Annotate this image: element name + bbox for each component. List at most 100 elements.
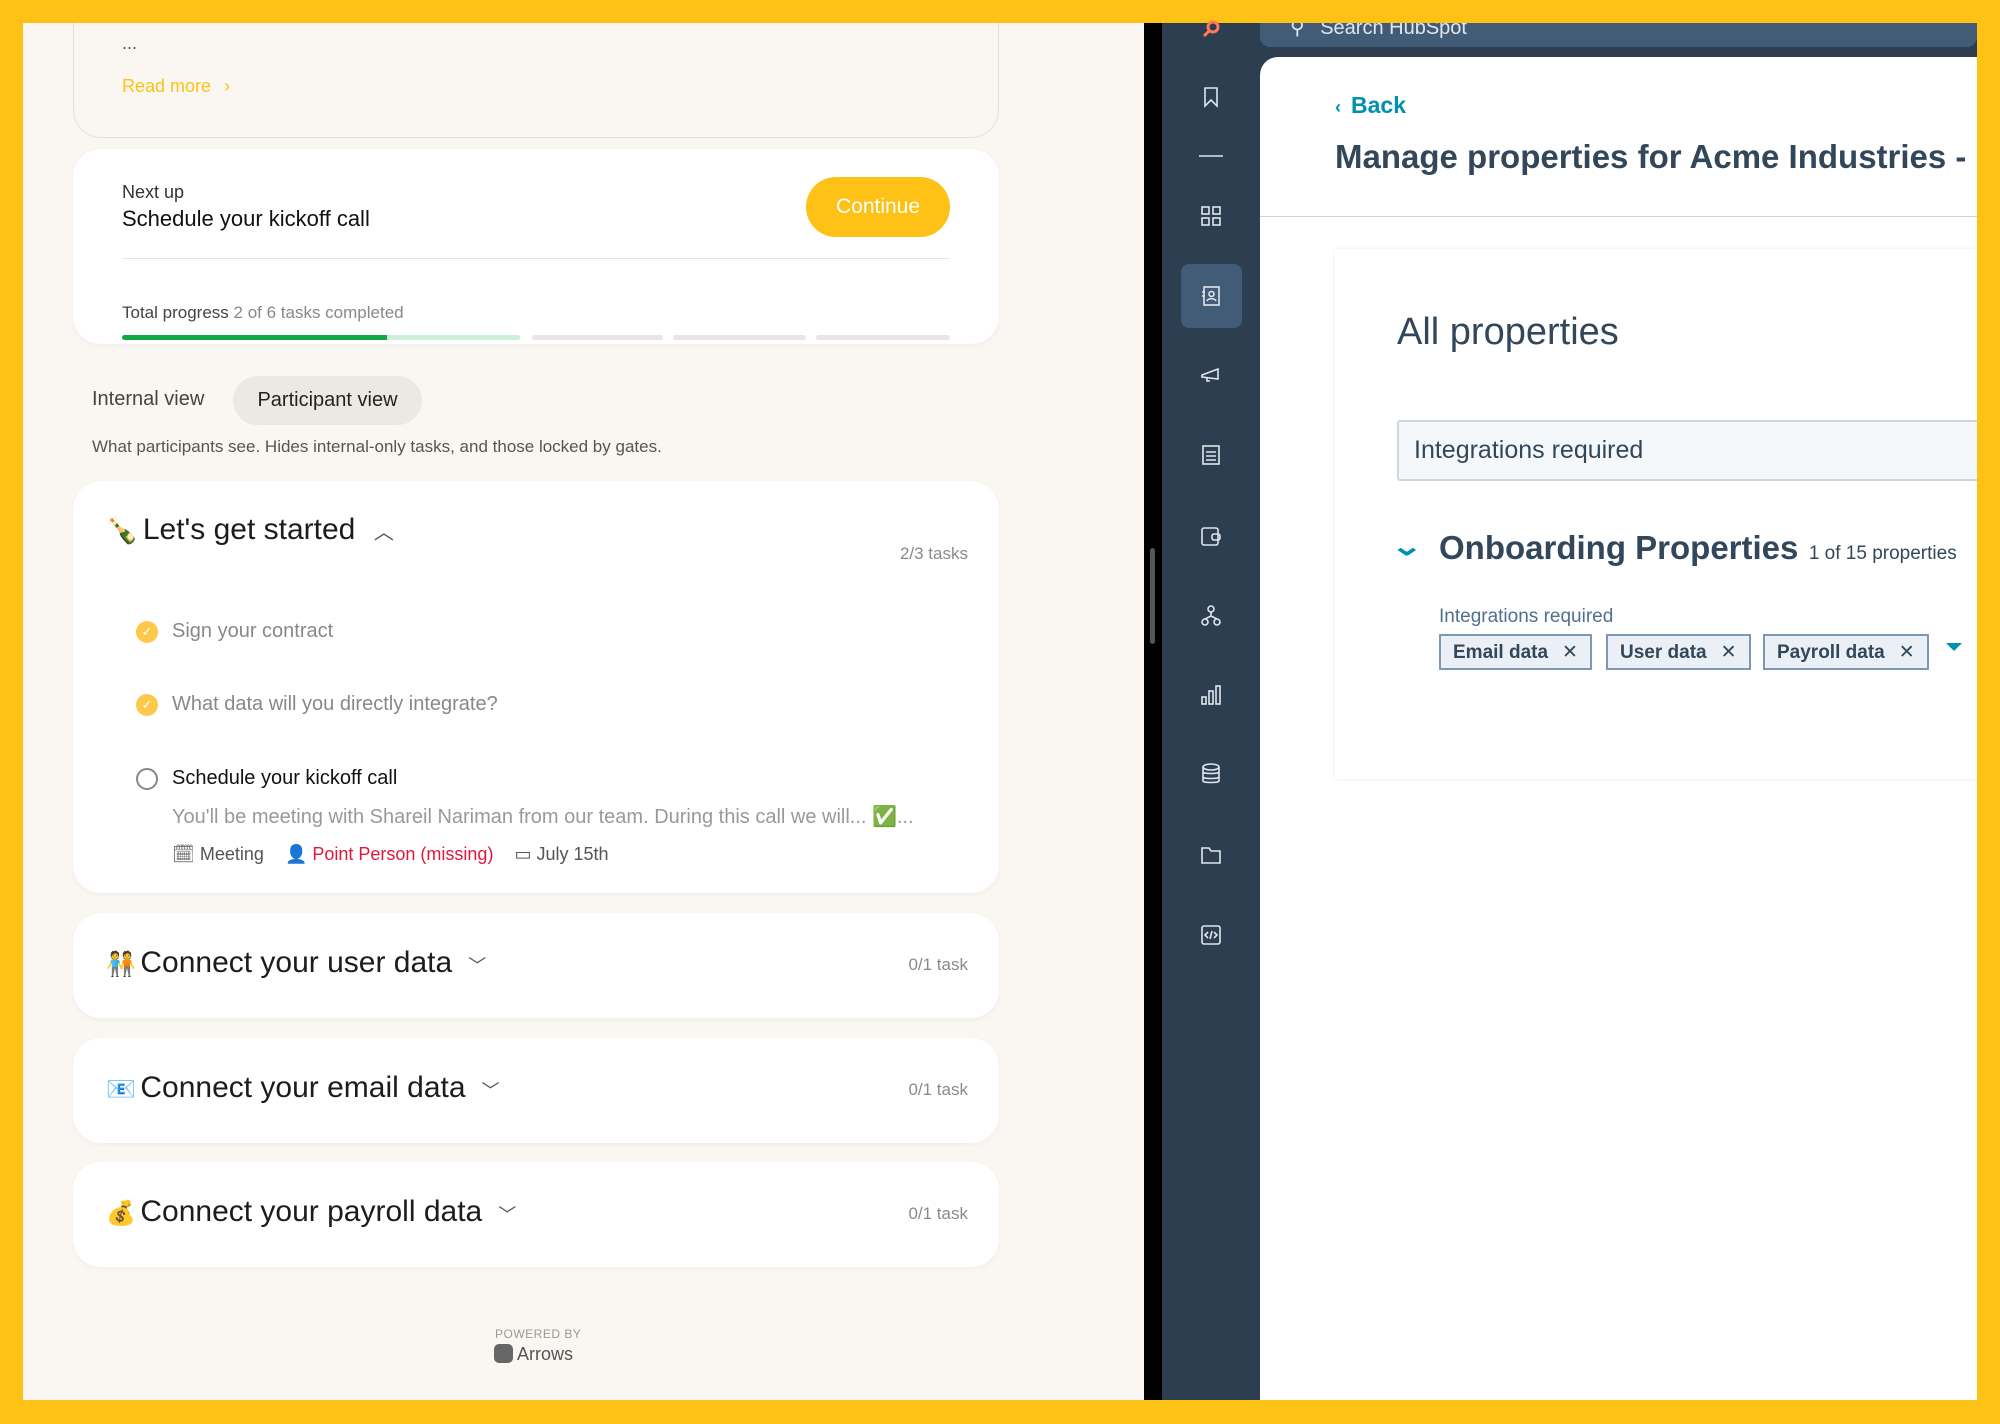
task-type: Meeting [199, 844, 264, 864]
section-header[interactable]: 📧 Connect your email data ﹀ [106, 1071, 500, 1105]
continue-button[interactable]: Continue [806, 177, 950, 237]
folder-icon[interactable] [1199, 843, 1223, 867]
content-panel: ‹ Back Manage properties for Acme Industr… [1260, 57, 1977, 1400]
split-divider[interactable] [1144, 23, 1162, 1400]
group-header[interactable]: Onboarding Properties 1 of 15 properties [1439, 529, 1957, 567]
tag-label: User data [1620, 642, 1707, 663]
tag-payroll-data[interactable]: Payroll data ✕ [1763, 634, 1929, 670]
content-icon[interactable] [1199, 443, 1223, 467]
hubspot-sidebar [1162, 20, 1260, 1400]
section-title: Connect your user data [140, 946, 453, 979]
tag-email-data[interactable]: Email data ✕ [1439, 634, 1592, 670]
meeting-icon: 🗓 [172, 844, 195, 864]
scrollbar[interactable] [1150, 548, 1155, 644]
close-icon[interactable]: ✕ [1721, 642, 1737, 663]
section-emoji: 🍾 [106, 515, 139, 545]
check-circle-icon[interactable]: ✓ [136, 694, 158, 716]
tab-participant-view[interactable]: Participant view [233, 376, 422, 425]
chevron-down-icon: ﹀ [481, 1081, 500, 1101]
progress-segment-4 [816, 335, 950, 340]
chevron-left-icon: ‹ [1335, 97, 1341, 117]
chevron-down-icon: ﹀ [468, 956, 487, 976]
task-title[interactable]: What data will you directly integrate? [172, 693, 498, 716]
tag-user-data[interactable]: User data ✕ [1606, 634, 1751, 670]
property-search-input[interactable]: Integrations required [1397, 420, 1977, 481]
chevron-up-icon: ︿ [373, 522, 394, 544]
filter-value: Integrations required [1414, 436, 1644, 464]
hubspot-logo-icon[interactable] [1199, 15, 1223, 39]
tab-internal-view[interactable]: Internal view [92, 388, 204, 411]
back-label: Back [1351, 92, 1406, 118]
task-description: You'll be meeting with Shareil Nariman f… [172, 806, 914, 828]
property-label: Integrations required [1439, 606, 1614, 627]
brand-name: Arrows [517, 1344, 574, 1364]
person-icon: 👤 [284, 844, 308, 864]
database-icon[interactable] [1199, 762, 1223, 786]
section-emoji: 💰 [106, 1200, 136, 1227]
chevron-right-icon: › [224, 76, 231, 96]
task-date: July 15th [536, 844, 609, 864]
section-header[interactable]: 🧑‍🤝‍🧑 Connect your user data ﹀ [106, 946, 486, 980]
section-emoji: 🧑‍🤝‍🧑 [106, 951, 136, 978]
section-lets-get-started: 🍾 Let's get started ︿ 2/3 tasks ✓ Sign y… [73, 481, 999, 893]
bar-chart-icon[interactable] [1199, 683, 1223, 707]
next-up-label: Next up [122, 182, 185, 202]
section-connect-email-data[interactable]: 📧 Connect your email data ﹀ 0/1 task [73, 1038, 999, 1143]
view-description: What participants see. Hides internal-on… [92, 437, 662, 456]
divider [122, 258, 950, 259]
arrows-brand-link[interactable]: Arrows [494, 1344, 573, 1365]
progress-segment-1 [122, 335, 520, 340]
header-divider [1260, 216, 1977, 217]
megaphone-icon[interactable] [1199, 363, 1223, 387]
page-title: Manage properties for Acme Industries - [1335, 138, 1967, 175]
task-title[interactable]: Schedule your kickoff call [172, 767, 397, 790]
search-icon: ⚲ [1290, 23, 1305, 39]
progress-count: 2 of 6 tasks completed [233, 303, 404, 322]
progress-segment-2 [532, 335, 663, 340]
section-count: 0/1 task [908, 1080, 968, 1099]
progress-segment-3 [673, 335, 806, 340]
section-count: 0/1 task [908, 955, 968, 974]
section-header[interactable]: 🍾 Let's get started ︿ [106, 513, 394, 547]
section-title: Let's get started [142, 513, 356, 546]
task-title[interactable]: Sign your contract [172, 620, 333, 643]
section-connect-user-data[interactable]: 🧑‍🤝‍🧑 Connect your user data ﹀ 0/1 task [73, 913, 999, 1018]
group-title: Onboarding Properties [1439, 529, 1799, 566]
close-icon[interactable]: ✕ [1899, 642, 1915, 663]
apps-grid-icon[interactable] [1199, 204, 1223, 228]
close-icon[interactable]: ✕ [1562, 642, 1578, 663]
read-more-link[interactable]: Read more › [122, 76, 230, 97]
section-title: Connect your payroll data [140, 1195, 483, 1228]
back-link[interactable]: ‹ Back [1335, 92, 1406, 119]
onboarding-panel: ... Read more › Next up Schedule your ki… [23, 23, 1144, 1400]
bookmark-icon[interactable] [1199, 85, 1223, 109]
section-count: 0/1 task [908, 1204, 968, 1223]
arrows-logo-icon [494, 1344, 513, 1363]
wallet-icon[interactable] [1199, 524, 1223, 548]
section-header[interactable]: 💰 Connect your payroll data ﹀ [106, 1195, 516, 1229]
next-up-title: Schedule your kickoff call [122, 206, 370, 231]
chevron-down-icon[interactable]: ⌄ [1391, 531, 1424, 562]
progress-fill [122, 335, 388, 340]
section-emoji: 📧 [106, 1076, 136, 1103]
progress-label: Total progress [122, 303, 229, 322]
empty-circle-icon[interactable] [136, 768, 158, 790]
search-placeholder: Search HubSpot [1320, 23, 1467, 39]
task-owner[interactable]: Point Person (missing) [312, 844, 493, 864]
contacts-icon[interactable] [1199, 284, 1223, 308]
task-meta: 🗓 Meeting 👤 Point Person (missing) ▭ Jul… [172, 844, 609, 865]
workflow-icon[interactable] [1199, 604, 1223, 628]
section-heading: All properties [1397, 311, 1619, 353]
section-title: Connect your email data [140, 1071, 466, 1104]
check-circle-icon[interactable]: ✓ [136, 621, 158, 643]
divider-icon [1199, 144, 1223, 168]
search-bar[interactable]: ⚲ Search HubSpot [1260, 23, 1977, 47]
read-more-label: Read more [122, 76, 212, 96]
dropdown-caret-icon[interactable] [1946, 643, 1962, 651]
powered-by-label: POWERED BY [495, 1327, 582, 1341]
section-connect-payroll-data[interactable]: 💰 Connect your payroll data ﹀ 0/1 task [73, 1162, 999, 1267]
chevron-down-icon: ﹀ [498, 1205, 517, 1225]
code-icon[interactable] [1199, 923, 1223, 947]
calendar-icon: ▭ [514, 844, 532, 864]
group-count: 1 of 15 properties [1808, 543, 1957, 564]
